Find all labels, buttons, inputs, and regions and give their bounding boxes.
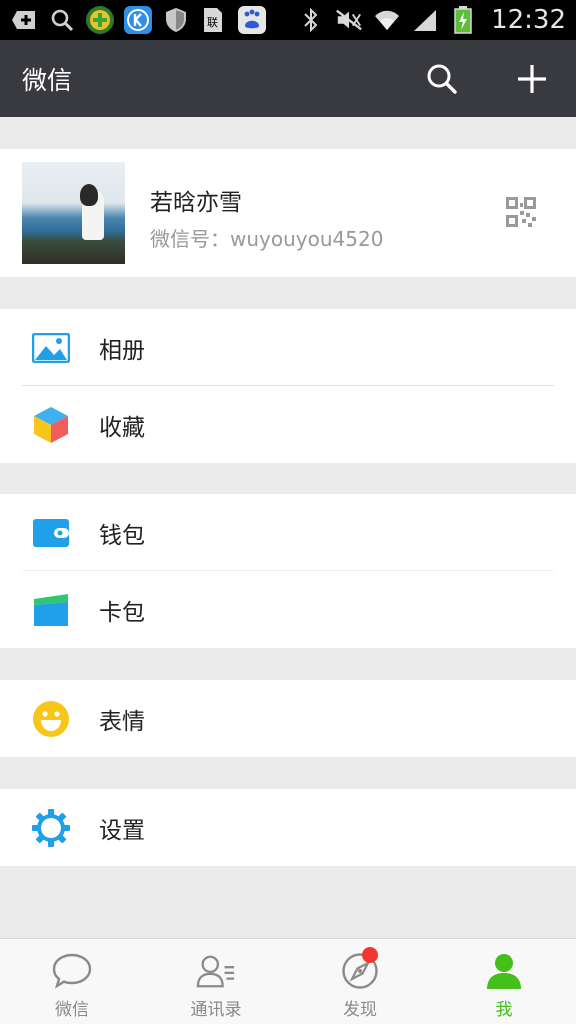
wallet-icon [32,514,70,552]
signal-icon [411,6,439,34]
tab-label: 通讯录 [190,1000,242,1020]
status-right-icons: 12:32 [297,5,566,35]
search-button[interactable] [420,57,464,101]
plus-badge-app-icon [86,6,114,34]
mute-icon [335,6,363,34]
avatar [22,162,125,264]
tab-me[interactable]: 我 [432,939,576,1024]
album-icon [32,329,70,367]
cube-icon [32,406,70,444]
menu-label-favorites: 收藏 [99,414,145,441]
person-icon [484,951,524,991]
add-square-icon [10,6,38,34]
menu-label-stickers: 表情 [99,708,145,735]
card-icon [32,591,70,629]
battery-charging-icon [449,6,477,34]
plus-icon [518,64,546,93]
search-icon [48,6,76,34]
menu-label-album: 相册 [99,337,145,364]
tab-chats[interactable]: 微信 [0,939,144,1024]
svg-text:联: 联 [207,16,218,29]
profile-name: 若晗亦雪 [150,190,242,216]
notification-badge [362,947,378,963]
k-app-icon [124,6,152,34]
app-header: 微信 [0,40,576,117]
menu-label-wallet: 钱包 [99,522,145,549]
menu-label-cards: 卡包 [99,599,145,626]
page-title: 微信 [22,65,73,95]
bottom-tab-bar: 微信 通讯录 发现 我 [0,938,576,1024]
tab-label: 我 [495,1000,513,1020]
menu-item-settings[interactable]: 设置 [0,789,576,866]
wifi-icon [373,6,401,34]
baidu-icon [238,6,266,34]
qr-code-icon[interactable] [506,197,536,231]
profile-wechat-id: 微信号：wuyouyou4520 [150,227,384,251]
tab-label: 微信 [55,1000,89,1020]
shield-icon [162,6,190,34]
gear-icon [32,808,70,847]
add-button[interactable] [510,57,554,101]
menu-item-cards[interactable]: 卡包 [0,571,576,648]
search-icon [427,64,457,94]
menu-label-settings: 设置 [99,817,145,844]
smiley-icon [32,700,70,738]
sim-card-icon: 联 [200,6,228,34]
menu-item-stickers[interactable]: 表情 [0,680,576,757]
profile-card[interactable]: 若晗亦雪 微信号：wuyouyou4520 [0,149,576,277]
contacts-icon [196,951,236,991]
status-time: 12:32 [491,5,566,35]
chat-bubble-icon [52,951,92,991]
menu-item-album[interactable]: 相册 [0,309,576,386]
tab-contacts[interactable]: 通讯录 [144,939,288,1024]
status-bar: 联 12:32 [0,0,576,40]
menu-item-favorites[interactable]: 收藏 [0,386,576,463]
bluetooth-icon [297,6,325,34]
tab-label: 发现 [343,1000,377,1020]
status-left-icons: 联 [10,6,266,34]
tab-discover[interactable]: 发现 [288,939,432,1024]
menu-item-wallet[interactable]: 钱包 [0,494,576,571]
